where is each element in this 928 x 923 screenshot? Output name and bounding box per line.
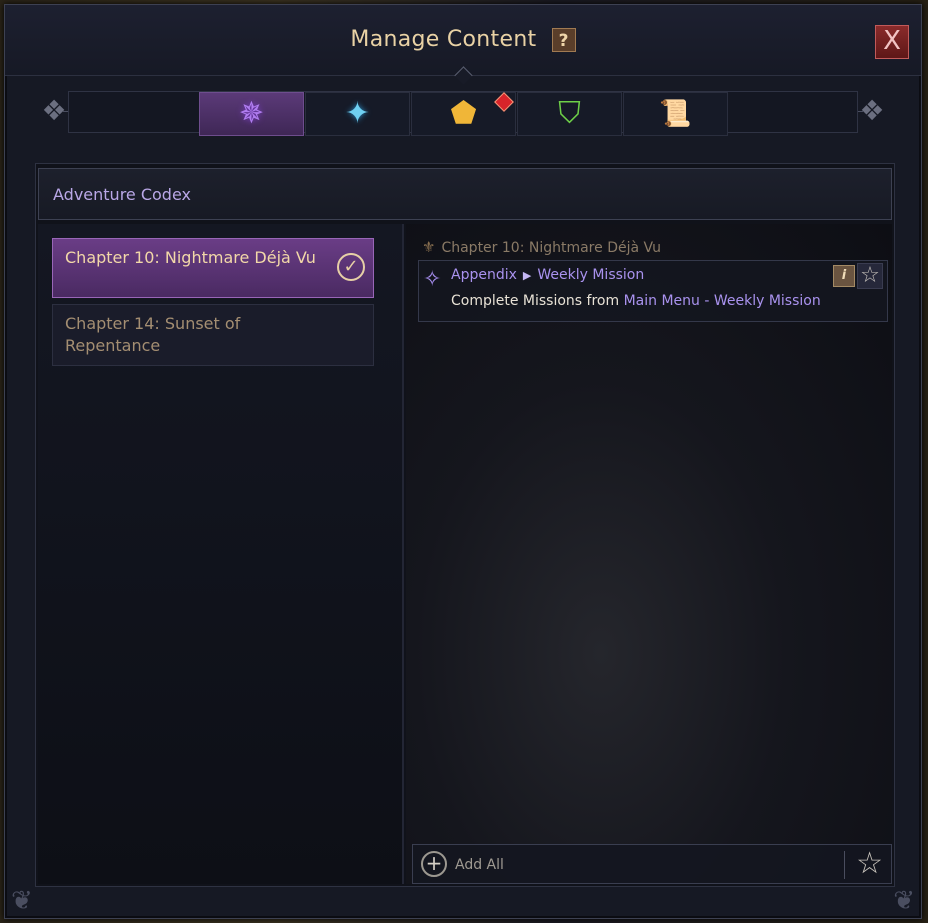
close-button[interactable]: X — [875, 25, 909, 59]
chapter-item[interactable]: Chapter 14: Sunset of Repentance — [52, 304, 374, 366]
chapter-item-selected[interactable]: Chapter 10: Nightmare Déjà Vu ✓ — [52, 238, 374, 298]
tab-gold-pentagon[interactable]: ⬟ — [411, 92, 516, 136]
tab-list: ✵ ✦ ⬟ ⛉ 📜 — [199, 92, 729, 136]
quest-group-title: Chapter 10: Nightmare Déjà Vu — [441, 240, 662, 256]
quest-favorite-star-icon[interactable]: ☆ — [857, 263, 883, 289]
content-frame: Adventure Codex Chapter 10: Nightmare Dé… — [35, 163, 895, 887]
quest-description-prefix: Complete Missions from — [451, 293, 624, 309]
tab-scroll[interactable]: 📜 — [623, 92, 728, 136]
blue-compass-star-icon: ✦ — [344, 96, 371, 131]
chapter-list-pane: Chapter 10: Nightmare Déjà Vu ✓ Chapter … — [38, 224, 404, 884]
green-shield-icon: ⛉ — [558, 96, 581, 131]
help-button[interactable]: ? — [551, 27, 576, 52]
window-title: Manage Content — [350, 27, 537, 52]
quest-category: Appendix — [451, 267, 517, 283]
purple-compass-star-icon: ✵ — [238, 96, 265, 131]
quest-card[interactable]: ✧ Appendix ▶ Weekly Mission Complete Missi… — [418, 260, 888, 322]
footer-divider — [844, 851, 845, 879]
titlebar: Manage Content ? X — [5, 5, 921, 85]
check-circle-icon: ✓ — [337, 253, 365, 281]
quest-info-button[interactable]: i — [833, 265, 855, 287]
quest-detail-pane: ⚜ Chapter 10: Nightmare Déjà Vu ✧ Appendi… — [406, 224, 892, 884]
notification-badge-icon — [494, 92, 514, 112]
chapter-label: Chapter 14: Sunset of Repentance — [65, 314, 241, 355]
corner-ornament-icon: ❦ — [11, 886, 33, 916]
compass-star-icon: ✧ — [423, 267, 442, 292]
ornament-right-icon: ❖ — [859, 94, 885, 127]
add-all-bar: + Add All ☆ — [412, 844, 892, 884]
add-circle-icon[interactable]: + — [421, 851, 447, 877]
arrow-right-icon: ▶ — [522, 269, 532, 282]
chapter-label: Chapter 10: Nightmare Déjà Vu — [65, 248, 316, 267]
category-tab-bar: ❖ ❖ ✵ ✦ ⬟ ⛉ 📜 — [33, 87, 893, 137]
tab-green-shield[interactable]: ⛉ — [517, 92, 622, 136]
gold-pentagon-icon: ⬟ — [450, 96, 477, 131]
title-notch-ornament — [454, 66, 473, 85]
fleur-de-lis-icon: ⚜ — [422, 238, 436, 256]
section-title: Adventure Codex — [53, 185, 191, 204]
ornament-left-icon: ❖ — [41, 94, 67, 127]
quest-description-link[interactable]: Main Menu - Weekly Mission — [624, 293, 821, 309]
add-all-button[interactable]: Add All — [455, 857, 504, 873]
manage-content-window: Manage Content ? X ❖ ❖ ✵ ✦ ⬟ ⛉ 📜 Adventu… — [4, 4, 922, 919]
quest-path: Appendix ▶ Weekly Mission — [451, 267, 644, 283]
quest-name: Weekly Mission — [537, 267, 645, 283]
tab-blue-star[interactable]: ✦ — [305, 92, 410, 136]
quest-group-header: ⚜ Chapter 10: Nightmare Déjà Vu — [422, 238, 661, 256]
favorites-star-icon[interactable]: ☆ — [856, 848, 883, 880]
section-header: Adventure Codex — [38, 168, 892, 220]
tab-adventure-codex[interactable]: ✵ — [199, 92, 304, 136]
quest-description: Complete Missions from Main Menu - Weekl… — [451, 293, 821, 309]
scroll-icon: 📜 — [659, 99, 692, 129]
corner-ornament-icon: ❦ — [893, 886, 915, 916]
